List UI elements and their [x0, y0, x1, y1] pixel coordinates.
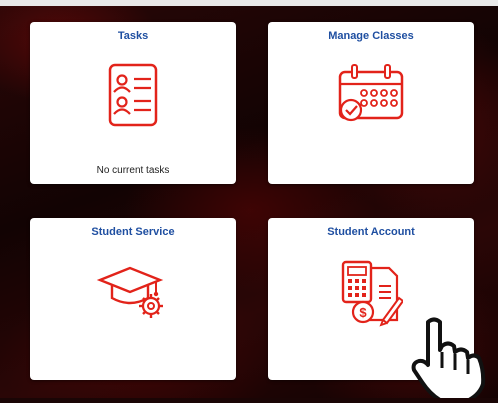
- tile-title: Student Account: [327, 226, 415, 238]
- tile-tasks[interactable]: Tasks No current tasks: [30, 22, 236, 184]
- top-frame-bar: [0, 0, 498, 6]
- graduation-cap-gear-icon: [30, 262, 236, 323]
- tile-student-service[interactable]: Student Service: [30, 218, 236, 380]
- tile-title: Tasks: [117, 30, 149, 42]
- tile-title: Student Service: [91, 226, 175, 238]
- hand-pointer-icon: [410, 316, 494, 403]
- tile-footer-text: No current tasks: [96, 165, 170, 176]
- tile-title: Manage Classes: [328, 30, 414, 42]
- svg-text:$: $: [359, 305, 367, 320]
- calendar-check-icon: [268, 62, 474, 131]
- task-list-icon: [30, 62, 236, 133]
- tile-manage-classes[interactable]: Manage Classes: [268, 22, 474, 184]
